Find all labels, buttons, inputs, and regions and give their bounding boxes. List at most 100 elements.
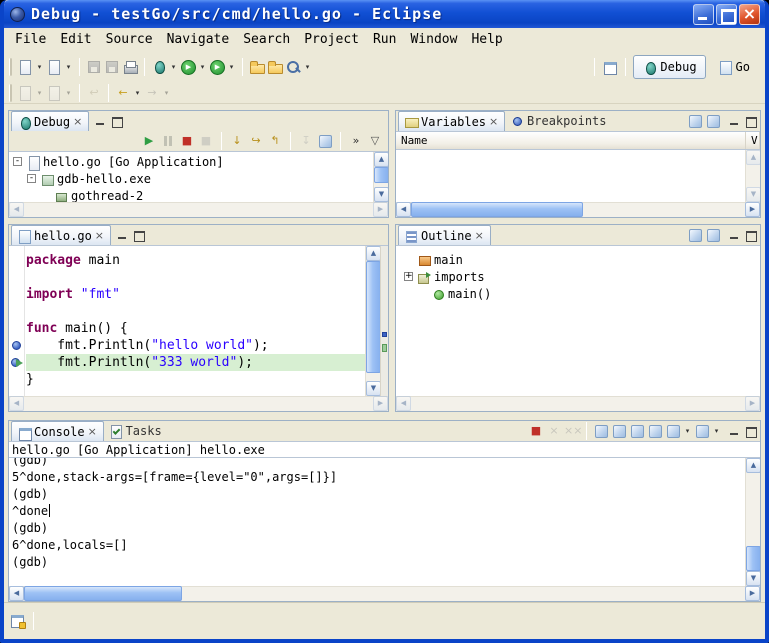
tab-variables[interactable]: Variables <box>398 111 505 131</box>
scroll-right-button[interactable] <box>745 396 760 411</box>
scroll-up-button[interactable] <box>746 458 760 473</box>
use-step-filters-icon[interactable] <box>317 133 333 149</box>
new-go-element-dropdown[interactable] <box>64 59 73 75</box>
tree-expander[interactable]: + <box>404 272 413 281</box>
outline-horizontal-scrollbar[interactable] <box>396 396 760 411</box>
new-go-element-icon[interactable] <box>46 59 62 75</box>
tab-outline[interactable]: Outline <box>398 225 491 245</box>
open-perspective-icon[interactable] <box>602 59 618 75</box>
back-icon[interactable] <box>115 85 131 101</box>
terminate-icon[interactable] <box>528 423 544 439</box>
gutter-line[interactable] <box>9 303 24 320</box>
scroll-up-button[interactable] <box>746 150 760 165</box>
back-dropdown[interactable] <box>133 85 142 101</box>
display-selected-console-dropdown[interactable] <box>683 423 692 439</box>
close-window-button[interactable] <box>739 4 760 25</box>
column-header-name[interactable]: Name <box>396 132 746 150</box>
gutter-line[interactable] <box>9 371 24 388</box>
scrollbar-thumb[interactable] <box>746 546 760 571</box>
minimize-view-button[interactable] <box>93 115 108 128</box>
maximize-view-button[interactable] <box>743 425 758 438</box>
view-menu-icon[interactable] <box>367 133 383 149</box>
filter-icon[interactable] <box>705 227 721 243</box>
column-header-v[interactable]: V <box>746 132 760 150</box>
open-resource-icon[interactable] <box>267 59 283 75</box>
scroll-up-button[interactable] <box>374 152 388 167</box>
previous-annotation-icon[interactable] <box>46 85 62 101</box>
collapse-all-icon[interactable] <box>705 113 721 129</box>
close-tab-icon[interactable] <box>95 230 105 242</box>
breakpoint-mark[interactable] <box>382 332 387 337</box>
maximize-window-button[interactable] <box>716 4 737 25</box>
scrollbar-thumb[interactable] <box>24 586 182 601</box>
scroll-down-button[interactable] <box>746 187 760 202</box>
menu-item-project[interactable]: Project <box>297 29 366 51</box>
scroll-right-button[interactable] <box>745 586 760 601</box>
perspective-go-button[interactable]: Go <box>709 55 759 79</box>
open-console-icon[interactable] <box>694 423 710 439</box>
menu-item-window[interactable]: Window <box>403 29 464 51</box>
scroll-right-button[interactable] <box>373 396 388 411</box>
scroll-left-button[interactable] <box>396 202 411 217</box>
minimize-view-button[interactable] <box>115 229 130 242</box>
scrollbar-thumb[interactable] <box>366 261 381 373</box>
menu-item-navigate[interactable]: Navigate <box>160 29 237 51</box>
scroll-left-button[interactable] <box>9 202 24 217</box>
toolbar-overflow-chevron[interactable] <box>348 133 364 149</box>
word-wrap-icon[interactable] <box>629 423 645 439</box>
editor-gutter[interactable] <box>9 246 25 396</box>
forward-dropdown[interactable] <box>162 85 171 101</box>
tree-row[interactable]: gothread-2 <box>9 187 388 202</box>
tree-expander[interactable]: - <box>27 174 36 183</box>
close-tab-icon[interactable] <box>475 230 485 242</box>
toolbar-grip[interactable] <box>9 58 12 76</box>
minimize-window-button[interactable] <box>693 4 714 25</box>
scroll-right-button[interactable] <box>745 202 760 217</box>
scroll-left-button[interactable] <box>9 396 24 411</box>
search-dropdown[interactable] <box>303 59 312 75</box>
scrollbar-thumb[interactable] <box>374 167 388 183</box>
close-tab-icon[interactable] <box>489 116 499 128</box>
scroll-down-button[interactable] <box>746 571 760 586</box>
perspective-debug-button[interactable]: Debug <box>633 55 705 79</box>
terminate-icon[interactable] <box>179 133 195 149</box>
pin-console-icon[interactable] <box>647 423 663 439</box>
gutter-line[interactable] <box>9 269 24 286</box>
toolbar-grip[interactable] <box>9 84 12 102</box>
scroll-up-button[interactable] <box>366 246 381 261</box>
console-vertical-scrollbar[interactable] <box>745 458 760 586</box>
suspend-icon[interactable] <box>160 133 176 149</box>
open-console-dropdown[interactable] <box>712 423 721 439</box>
tree-row[interactable]: +imports <box>396 268 760 285</box>
maximize-view-button[interactable] <box>109 115 124 128</box>
variables-horizontal-scrollbar[interactable] <box>396 202 760 217</box>
debug-vertical-scrollbar[interactable] <box>373 152 388 202</box>
minimize-view-button[interactable] <box>727 229 742 242</box>
next-annotation-icon[interactable] <box>17 85 33 101</box>
tree-row[interactable]: main() <box>396 285 760 302</box>
show-type-names-icon[interactable] <box>687 113 703 129</box>
console-output[interactable]: (gdb)5^done,stack-args=[frame={level="0"… <box>9 457 744 586</box>
new-wizard-icon[interactable] <box>17 59 33 75</box>
current-line-mark[interactable] <box>382 344 387 352</box>
search-icon[interactable] <box>285 59 301 75</box>
step-into-icon[interactable] <box>229 133 245 149</box>
fast-view-icon[interactable] <box>10 613 26 629</box>
gutter-line[interactable] <box>9 320 24 337</box>
external-tools-icon[interactable] <box>209 59 225 75</box>
debug-horizontal-scrollbar[interactable] <box>9 202 388 217</box>
debug-tree[interactable]: -hello.go [Go Application]-gdb-hello.exe… <box>9 152 388 202</box>
remove-all-launches-icon[interactable] <box>564 423 580 439</box>
tab-debug[interactable]: Debug <box>11 111 89 131</box>
scroll-right-button[interactable] <box>373 202 388 217</box>
debug-launch-dropdown[interactable] <box>169 59 178 75</box>
variables-vertical-scrollbar[interactable] <box>745 150 760 202</box>
clear-console-icon[interactable] <box>593 423 609 439</box>
minimize-view-button[interactable] <box>727 115 742 128</box>
tab-breakpoints[interactable]: Breakpoints <box>505 111 611 131</box>
forward-icon[interactable] <box>144 85 160 101</box>
scrollbar-thumb[interactable] <box>411 202 583 217</box>
close-tab-icon[interactable] <box>88 426 98 438</box>
last-edit-location-icon[interactable] <box>86 85 102 101</box>
scroll-lock-icon[interactable] <box>611 423 627 439</box>
